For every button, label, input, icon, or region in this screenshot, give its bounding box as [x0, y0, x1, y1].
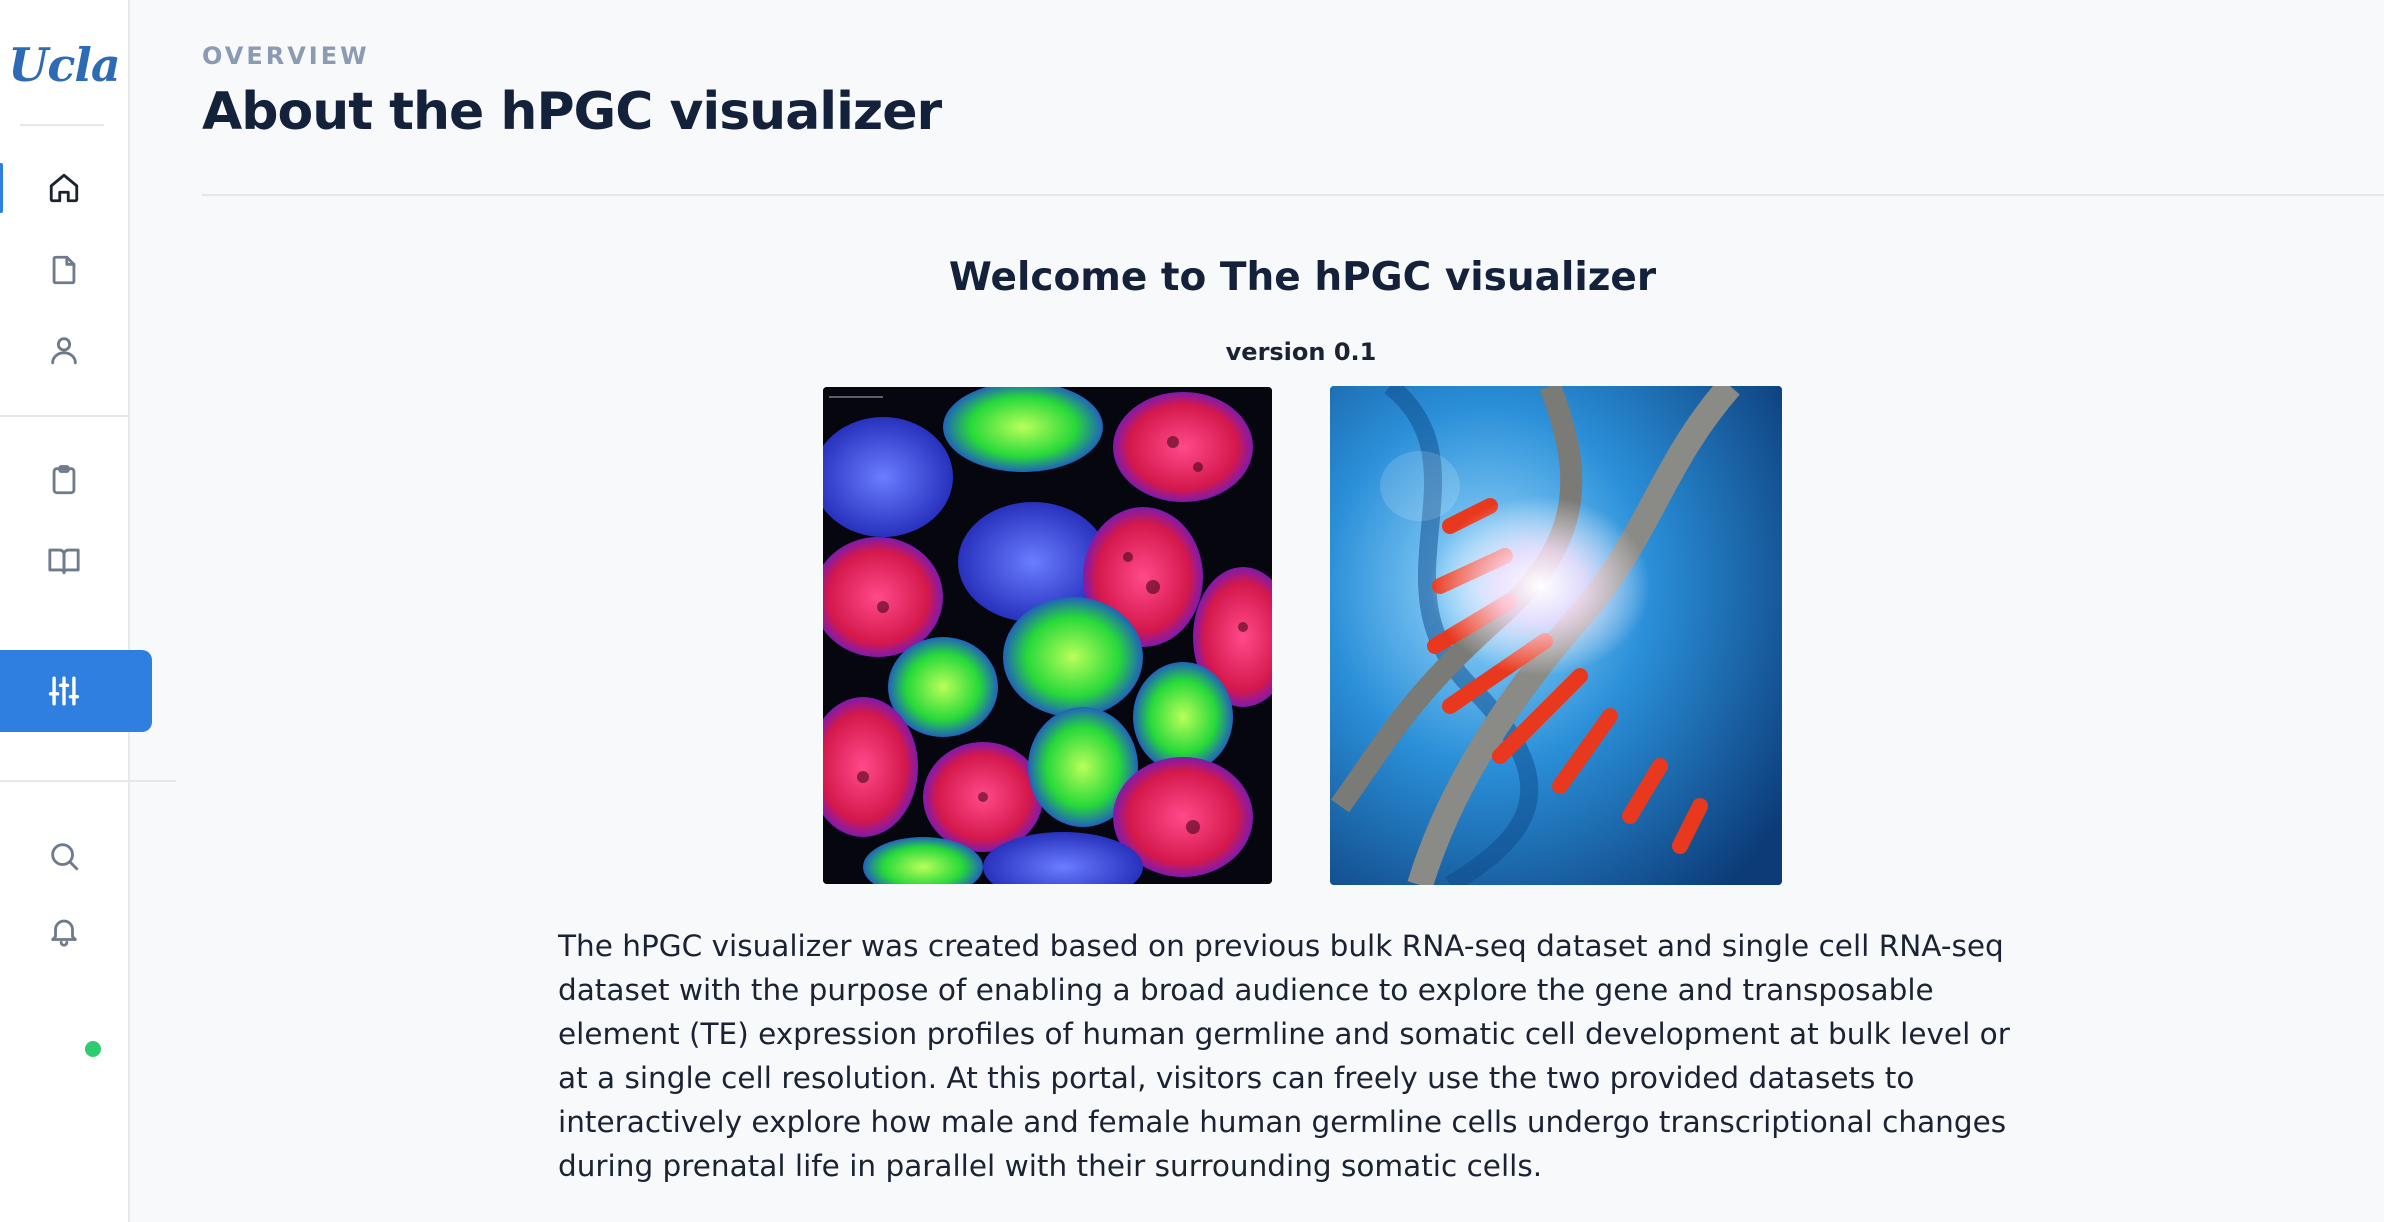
home-icon	[49, 173, 79, 203]
sidebar-item-notifications[interactable]	[0, 898, 128, 964]
bell-icon	[51, 919, 77, 947]
book-open-icon	[48, 548, 80, 575]
sidebar-item-home[interactable]	[0, 155, 128, 221]
page-title: About the hPGC visualizer	[202, 82, 942, 142]
dna-helix-image	[1330, 386, 1782, 885]
clipboard-icon	[52, 465, 76, 495]
version-label: version 0.1	[1225, 338, 1377, 366]
welcome-heading: Welcome to The hPGC visualizer	[948, 255, 1657, 300]
sidebar-divider	[0, 415, 128, 417]
ucla-logo[interactable]: Ucla	[0, 30, 128, 100]
sidebar-divider	[20, 124, 104, 126]
sidebar-item-profile[interactable]	[0, 317, 128, 383]
sidebar: Ucla	[0, 0, 176, 1222]
sidebar-item-book[interactable]	[0, 527, 128, 593]
header-divider	[202, 194, 2384, 196]
user-icon	[51, 337, 77, 365]
description-paragraph: The hPGC visualizer was created based on…	[558, 929, 2010, 1183]
sidebar-item-search[interactable]	[0, 823, 128, 889]
cell-microscopy-image	[823, 387, 1272, 884]
sidebar-item-clipboard[interactable]	[0, 447, 128, 513]
online-status-indicator	[85, 1041, 101, 1057]
sidebar-item-settings[interactable]	[0, 650, 152, 732]
page-eyebrow: OVERVIEW	[202, 42, 370, 70]
sliders-icon	[48, 676, 80, 706]
sidebar-divider	[0, 780, 176, 782]
search-icon	[51, 843, 79, 871]
